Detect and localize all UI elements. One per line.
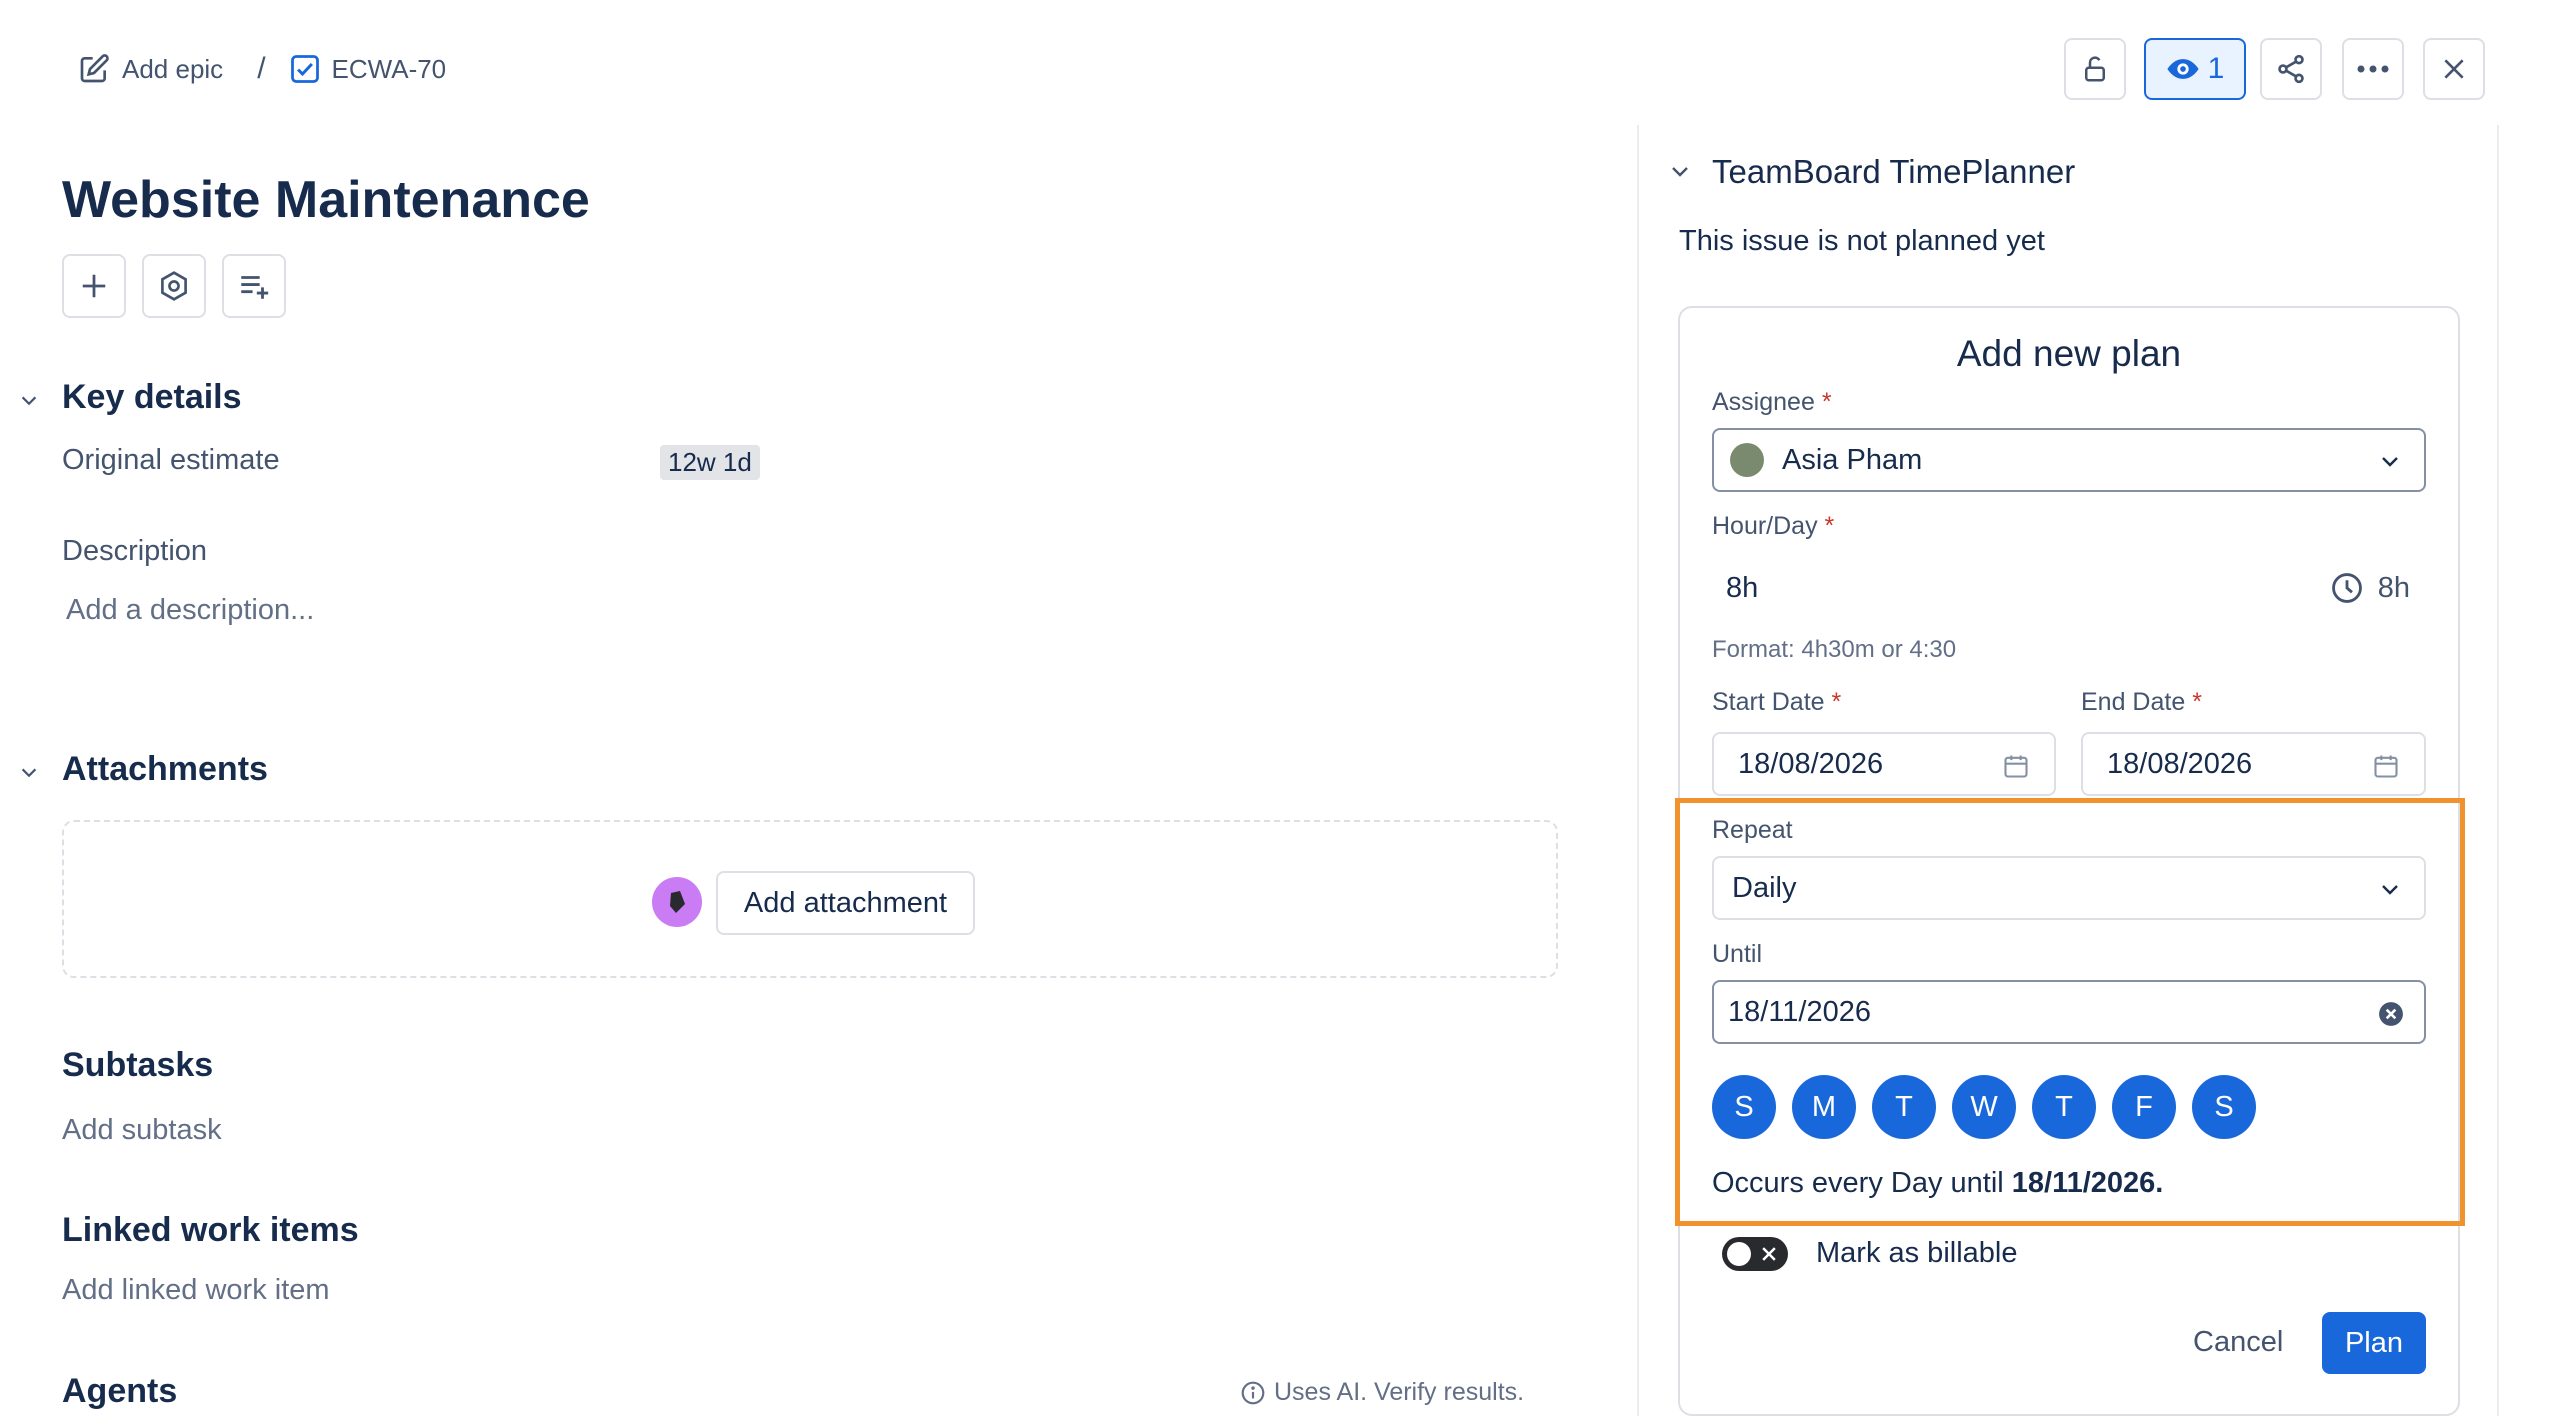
ai-notice: Uses AI. Verify results. (1240, 1378, 1524, 1407)
task-checkbox-icon (290, 54, 320, 84)
end-date-value: 18/08/2026 (2107, 747, 2253, 780)
panel-scroll-divider (2497, 125, 2499, 1416)
attachments-heading: Attachments (62, 750, 268, 788)
unlock-icon (2080, 54, 2110, 84)
close-button[interactable] (2423, 38, 2485, 100)
chevron-down-icon (2378, 450, 2402, 474)
plan-status-text: This issue is not planned yet (1679, 225, 2045, 257)
watch-button[interactable]: 1 (2144, 38, 2246, 100)
panel-divider (1637, 125, 1639, 1416)
assignee-label: Assignee * (1712, 388, 1832, 416)
chevron-down-icon (21, 768, 37, 778)
chevron-down-icon (21, 396, 37, 406)
plus-icon (79, 271, 109, 301)
assignee-value: Asia Pham (1782, 443, 1923, 476)
repeat-section-highlight (1675, 798, 2465, 1226)
breadcrumb-separator: / (257, 52, 266, 85)
more-actions-button[interactable] (2342, 38, 2404, 100)
timeplanner-collapse-toggle[interactable] (1668, 160, 1692, 184)
share-icon (2275, 53, 2307, 85)
timeplanner-heading: TeamBoard TimePlanner (1712, 153, 2076, 190)
add-subtask-link[interactable]: Add subtask (62, 1114, 222, 1147)
issue-title[interactable]: Website Maintenance (62, 170, 590, 230)
more-horizontal-icon (2356, 64, 2390, 74)
hexagon-settings-icon (158, 270, 190, 302)
format-hint: Format: 4h30m or 4:30 (1712, 636, 1957, 663)
close-icon (2441, 56, 2467, 82)
hour-day-display: 8h (2330, 571, 2410, 605)
start-date-label: Start Date * (1712, 688, 1842, 716)
hour-day-value: 8h (1726, 571, 1759, 604)
avatar (1730, 443, 1764, 477)
key-details-collapse-toggle[interactable] (18, 390, 40, 412)
add-linked-work-item-link[interactable]: Add linked work item (62, 1274, 330, 1307)
assignee-select[interactable]: Asia Pham (1712, 428, 2426, 492)
chevron-down-icon (1672, 167, 1688, 177)
plan-button[interactable]: Plan (2322, 1312, 2426, 1374)
key-details-heading: Key details (62, 378, 242, 416)
original-estimate-value[interactable]: 12w 1d (660, 445, 760, 480)
start-date-value: 18/08/2026 (1738, 747, 1884, 780)
attachment-app-icon (652, 877, 702, 927)
issue-key-link[interactable]: ECWA-70 (332, 54, 447, 85)
add-attachment-button[interactable]: Add attachment (716, 871, 975, 935)
toggle-knob (1727, 1242, 1751, 1266)
linked-work-items-heading: Linked work items (62, 1211, 359, 1249)
end-date-input[interactable]: 18/08/2026 (2081, 732, 2426, 796)
edit-icon (78, 53, 110, 85)
start-date-input[interactable]: 18/08/2026 (1712, 732, 2056, 796)
calendar-icon (2002, 752, 2030, 780)
hour-day-input[interactable]: 8h 8h (1712, 558, 2426, 618)
calendar-icon (2372, 752, 2400, 780)
add-epic-link[interactable]: Add epic (122, 54, 223, 85)
billable-toggle[interactable] (1722, 1237, 1788, 1271)
apps-button[interactable] (142, 254, 206, 318)
ai-notice-text: Uses AI. Verify results. (1274, 1378, 1525, 1406)
description-label: Description (62, 535, 208, 567)
attachments-collapse-toggle[interactable] (18, 762, 40, 784)
eye-icon (2166, 52, 2200, 86)
subtasks-heading: Subtasks (62, 1046, 214, 1084)
breadcrumb: Add epic / ECWA-70 (78, 52, 446, 86)
description-field[interactable]: Add a description... (66, 594, 314, 627)
original-estimate-label: Original estimate (62, 444, 280, 476)
hour-day-label: Hour/Day * (1712, 512, 1835, 540)
restrictions-button[interactable] (2064, 38, 2126, 100)
cancel-button[interactable]: Cancel (2193, 1326, 2283, 1359)
billable-label: Mark as billable (1816, 1237, 2018, 1269)
agents-heading: Agents (62, 1372, 178, 1410)
end-date-label: End Date * (2081, 688, 2202, 716)
close-icon (1759, 1244, 1779, 1264)
list-sparkle-icon (237, 269, 271, 303)
add-plan-title: Add new plan (1956, 333, 2182, 374)
improve-issue-button[interactable] (222, 254, 286, 318)
info-icon (1240, 1380, 1266, 1406)
clock-icon (2330, 571, 2364, 605)
watch-count: 1 (2207, 52, 2225, 85)
add-button[interactable] (62, 254, 126, 318)
share-button[interactable] (2260, 38, 2322, 100)
